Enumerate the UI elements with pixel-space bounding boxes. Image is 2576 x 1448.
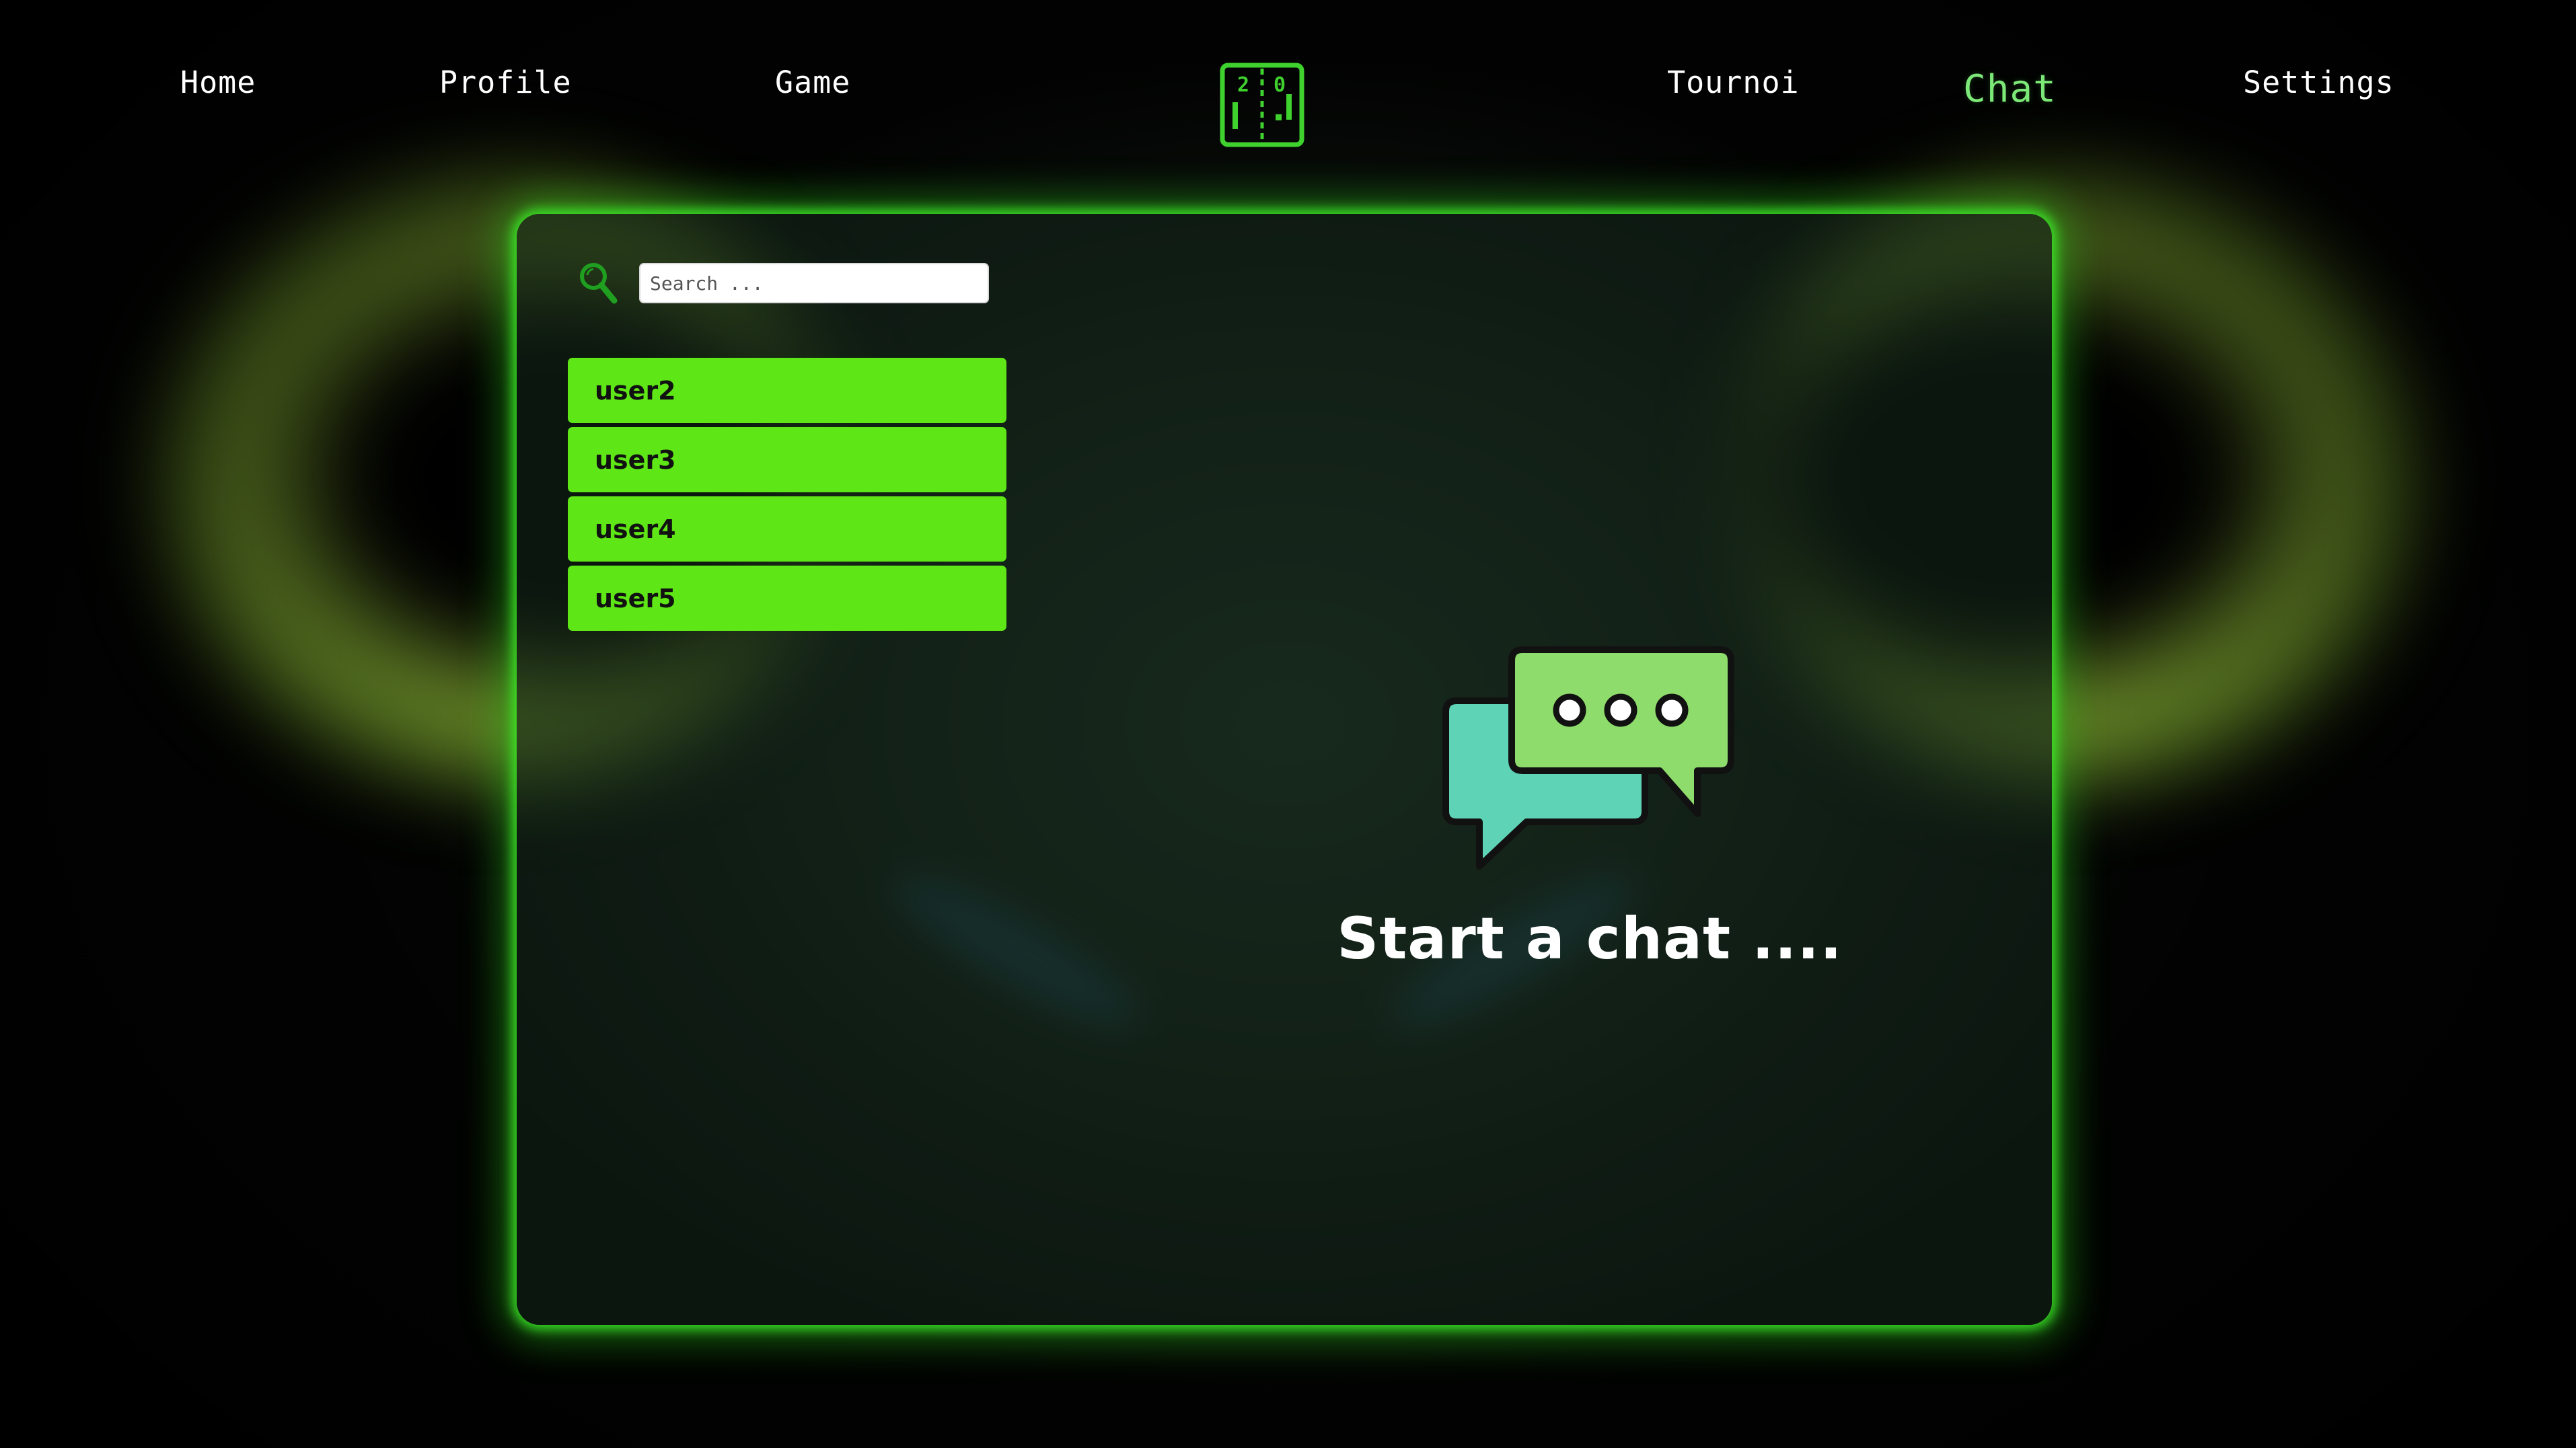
pong-scoreboard-icon: 2 0 bbox=[1220, 63, 1304, 147]
user-list-item[interactable]: user4 bbox=[568, 496, 1006, 562]
nav-link-tournoi[interactable]: Tournoi bbox=[1667, 65, 1800, 100]
logo-score-left: 2 bbox=[1237, 73, 1249, 97]
search-input[interactable] bbox=[639, 263, 989, 303]
nav-link-game[interactable]: Game bbox=[775, 65, 850, 100]
nav-link-chat[interactable]: Chat bbox=[1963, 67, 2057, 111]
nav-link-home[interactable]: Home bbox=[180, 65, 256, 100]
nav-link-settings[interactable]: Settings bbox=[2243, 65, 2394, 100]
start-chat-message: Start a chat .... bbox=[1337, 905, 1843, 973]
empty-chat-state: Start a chat .... bbox=[1287, 644, 1892, 973]
user-list-item[interactable]: user5 bbox=[568, 566, 1006, 631]
user-search bbox=[577, 260, 989, 307]
top-navigation: Home Profile Game 2 0 Tournoi Chat Setti… bbox=[0, 0, 2576, 175]
pong-logo-icon[interactable]: 2 0 bbox=[1219, 62, 1305, 148]
chat-panel: user2 user3 user4 user5 Start a chat ...… bbox=[517, 214, 2052, 1325]
nav-link-profile[interactable]: Profile bbox=[439, 65, 572, 100]
user-list-item[interactable]: user3 bbox=[568, 427, 1006, 492]
magnifier-icon[interactable] bbox=[577, 260, 619, 306]
logo-score-right: 0 bbox=[1274, 73, 1286, 97]
chat-bubbles-icon bbox=[1442, 646, 1734, 870]
user-list: user2 user3 user4 user5 bbox=[568, 358, 1006, 635]
user-list-item[interactable]: user2 bbox=[568, 358, 1006, 423]
